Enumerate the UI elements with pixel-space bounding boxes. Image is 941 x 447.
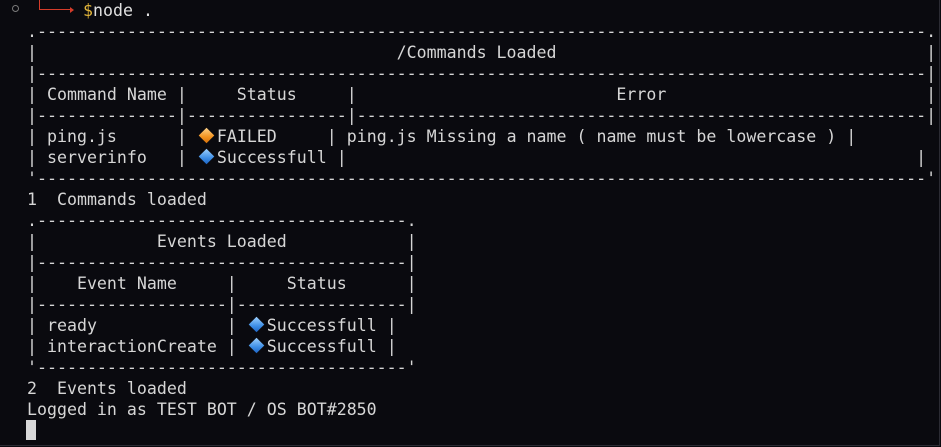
commands-summary: 1 Commands loaded <box>27 190 207 209</box>
events-table-border-top: .-------------------------------------. <box>27 211 417 230</box>
row-cells: | ping.js Missing a name ( name must be … <box>276 127 857 146</box>
events-table-separator: |-------------------|-----------------| <box>27 295 417 314</box>
table-row: | ready | Successfull | <box>27 315 397 336</box>
login-status-line: Logged in as TEST BOT / OS BOT#2850 <box>27 400 377 419</box>
blue-diamond-icon <box>248 337 265 354</box>
events-table-border-bottom: '-------------------------------------' <box>27 358 417 377</box>
row-cells: | | <box>326 148 927 167</box>
status-text: Successfull <box>266 337 377 356</box>
orange-diamond-icon <box>198 127 215 144</box>
commands-table-header: | Command Name | Status | Error | <box>27 85 937 104</box>
status-text: FAILED <box>216 127 277 146</box>
status-text: Successfull <box>216 148 327 167</box>
blue-diamond-icon <box>248 316 265 333</box>
table-row: | serverinfo | Successfull | | <box>27 147 926 168</box>
row-cells: | interactionCreate | <box>27 337 247 356</box>
commands-table-separator: |---------------------------------------… <box>27 64 937 83</box>
commands-table-border-top: .---------------------------------------… <box>27 22 937 41</box>
row-cells: | ping.js | <box>27 127 197 146</box>
commands-table-border-bottom: '---------------------------------------… <box>27 169 937 188</box>
events-summary: 2 Events loaded <box>27 379 187 398</box>
events-table-header: | Event Name | Status | <box>27 274 417 293</box>
typed-command: node . <box>93 1 153 20</box>
prompt-arrow-line <box>39 9 71 10</box>
row-cells: | <box>376 337 397 356</box>
events-table-separator: |-------------------------------------| <box>27 253 417 272</box>
commands-table-title: | /Commands Loaded | <box>27 43 937 62</box>
row-cells: | <box>376 316 397 335</box>
prompt-arrow-head <box>70 7 74 13</box>
terminal-cursor[interactable] <box>26 420 36 440</box>
prompt-symbol: $ <box>83 1 93 20</box>
row-cells: | serverinfo | <box>27 148 197 167</box>
table-row: | ping.js | FAILED | ping.js Missing a n… <box>27 126 856 147</box>
prompt-status-icon <box>12 5 19 12</box>
table-row: | interactionCreate | Successfull | <box>27 336 397 357</box>
events-table-title: | Events Loaded | <box>27 232 417 251</box>
prompt-command-line: $node . <box>83 0 153 21</box>
status-text: Successfull <box>266 316 377 335</box>
blue-diamond-icon <box>198 148 215 165</box>
row-cells: | ready | <box>27 316 247 335</box>
commands-table-separator: |--------------|----------------|-------… <box>27 106 937 125</box>
terminal-window[interactable]: $node . .-------------------------------… <box>0 0 940 446</box>
